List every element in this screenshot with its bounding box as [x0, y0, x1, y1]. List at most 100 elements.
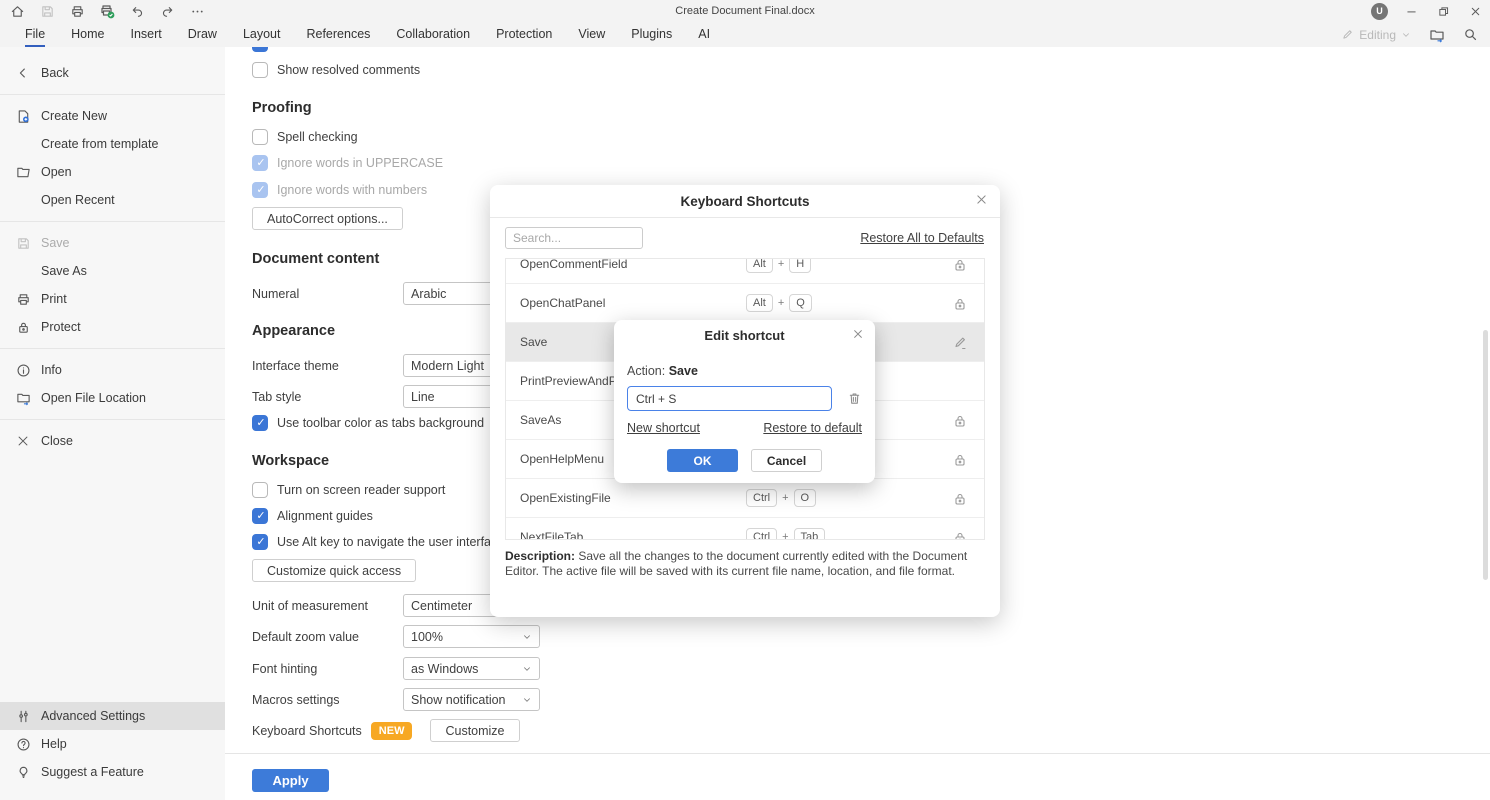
- close-icon[interactable]: [852, 328, 864, 340]
- shortcut-row-open-comment-field[interactable]: OpenCommentField Alt + H: [506, 259, 984, 284]
- sidebar-item-create-from-template[interactable]: Create from template: [0, 130, 225, 158]
- sidebar-item-save-as[interactable]: Save As: [0, 257, 225, 285]
- tab-ai[interactable]: AI: [685, 23, 723, 47]
- autocorrect-options-button[interactable]: AutoCorrect options...: [252, 207, 403, 230]
- sidebar-item-label: Create New: [41, 109, 107, 123]
- close-icon[interactable]: [975, 193, 988, 206]
- ignore-numbers-checkbox[interactable]: [252, 182, 269, 199]
- sidebar-item-open[interactable]: Open: [0, 158, 225, 186]
- sidebar-divider: [0, 348, 225, 349]
- tab-layout[interactable]: Layout: [230, 23, 294, 47]
- screen-reader-checkbox[interactable]: [252, 482, 268, 498]
- sidebar-item-open-recent[interactable]: Open Recent: [0, 186, 225, 214]
- shortcut-row-open-existing-file[interactable]: OpenExistingFile Ctrl + O: [506, 479, 984, 518]
- sidebar-item-close[interactable]: Close: [0, 427, 225, 455]
- minimize-icon[interactable]: [1402, 2, 1420, 20]
- avatar[interactable]: U: [1371, 2, 1388, 20]
- interface-theme-value: Modern Light: [411, 358, 484, 373]
- tab-insert[interactable]: Insert: [118, 23, 175, 47]
- sidebar-item-label: Open Recent: [41, 193, 115, 207]
- sidebar-item-create-new[interactable]: Create New: [0, 102, 225, 130]
- show-resolved-comments-row: Show resolved comments: [252, 62, 420, 78]
- close-icon: [15, 434, 31, 448]
- apply-button[interactable]: Apply: [252, 769, 329, 792]
- font-hinting-select[interactable]: as Windows: [403, 657, 540, 680]
- numeral-label: Numeral: [252, 286, 300, 301]
- sidebar-item-label: Back: [41, 66, 69, 80]
- new-shortcut-link[interactable]: New shortcut: [627, 421, 700, 435]
- keycap: Alt: [746, 259, 773, 273]
- alignment-guides-row: Alignment guides: [252, 508, 373, 525]
- tab-collaboration[interactable]: Collaboration: [383, 23, 483, 47]
- edit-dialog-header: Edit shortcut: [614, 320, 875, 351]
- ok-button[interactable]: OK: [667, 449, 738, 472]
- page-scrollbar[interactable]: [1483, 305, 1488, 675]
- scrollbar-thumb[interactable]: [1483, 330, 1488, 580]
- tab-view[interactable]: View: [565, 23, 618, 47]
- sidebar-item-advanced-settings[interactable]: Advanced Settings: [0, 702, 225, 730]
- cancel-button[interactable]: Cancel: [751, 449, 822, 472]
- font-hinting-label: Font hinting: [252, 661, 318, 676]
- font-hinting-value: as Windows: [411, 661, 479, 676]
- close-window-icon[interactable]: [1466, 2, 1484, 20]
- keycap: Alt: [746, 294, 773, 312]
- macros-select[interactable]: Show notification: [403, 688, 540, 711]
- sidebar-item-print[interactable]: Print: [0, 285, 225, 313]
- shortcut-row-open-chat-panel[interactable]: OpenChatPanel Alt + Q: [506, 284, 984, 323]
- customize-quick-access-button[interactable]: Customize quick access: [252, 559, 417, 582]
- more-options-icon[interactable]: [188, 2, 206, 20]
- redo-icon[interactable]: [158, 2, 176, 20]
- shortcut-input[interactable]: [627, 386, 832, 411]
- title-bar: Create Document Final.docx U: [0, 0, 1490, 22]
- toolbar-color-checkbox[interactable]: [252, 415, 269, 432]
- sidebar-item-info[interactable]: Info: [0, 356, 225, 384]
- shortcut-row-next-file-tab[interactable]: NextFileTab Ctrl + Tab: [506, 518, 984, 539]
- edit-pencil-icon[interactable]: [952, 323, 968, 362]
- edit-shortcut-dialog: Edit shortcut Action: Save New shortcut …: [614, 320, 875, 483]
- keyboard-shortcuts-row: Keyboard Shortcuts NEW Customize: [252, 719, 520, 742]
- key-separator: +: [782, 492, 789, 504]
- trash-icon[interactable]: [847, 391, 862, 406]
- spell-checking-checkbox[interactable]: [252, 129, 268, 145]
- keyboard-shortcuts-label: Keyboard Shortcuts: [252, 723, 362, 738]
- sidebar-item-open-file-location[interactable]: Open File Location: [0, 384, 225, 412]
- sidebar-item-back[interactable]: Back: [0, 59, 225, 87]
- print-icon[interactable]: [68, 2, 86, 20]
- tab-plugins[interactable]: Plugins: [618, 23, 685, 47]
- save-icon[interactable]: [38, 2, 56, 20]
- tab-file[interactable]: File: [12, 23, 58, 47]
- home-icon[interactable]: [8, 2, 26, 20]
- undo-icon[interactable]: [128, 2, 146, 20]
- question-icon: [15, 737, 31, 752]
- tab-draw[interactable]: Draw: [175, 23, 230, 47]
- default-zoom-row: Default zoom value 100%: [252, 625, 540, 648]
- sidebar-item-help[interactable]: Help: [0, 730, 225, 758]
- shortcut-search-input[interactable]: [505, 227, 643, 249]
- open-file-location-icon[interactable]: [1429, 27, 1445, 43]
- appearance-heading: Appearance: [252, 323, 336, 339]
- search-icon[interactable]: [1463, 27, 1478, 42]
- alt-key-checkbox[interactable]: [252, 534, 269, 551]
- tab-references[interactable]: References: [293, 23, 383, 47]
- keycap: Ctrl: [746, 528, 778, 539]
- print-icon: [15, 292, 31, 307]
- folder-open-icon: [15, 165, 31, 180]
- sidebar-item-save[interactable]: Save: [0, 229, 225, 257]
- zoom-select[interactable]: 100%: [403, 625, 540, 648]
- customize-shortcuts-button[interactable]: Customize: [430, 719, 520, 742]
- ignore-uppercase-checkbox[interactable]: [252, 155, 269, 172]
- editing-mode-selector[interactable]: Editing: [1341, 28, 1411, 42]
- pencil-icon: [1343, 30, 1353, 39]
- alignment-guides-checkbox[interactable]: [252, 508, 269, 525]
- restore-window-icon[interactable]: [1434, 2, 1452, 20]
- show-resolved-comments-checkbox[interactable]: [252, 62, 268, 78]
- restore-to-default-link[interactable]: Restore to default: [763, 421, 862, 435]
- tab-protection[interactable]: Protection: [483, 23, 565, 47]
- shortcut-description: Description: Save all the changes to the…: [505, 549, 983, 579]
- quick-print-icon[interactable]: [98, 2, 116, 20]
- sidebar-item-suggest-feature[interactable]: Suggest a Feature: [0, 758, 225, 786]
- sidebar-item-protect[interactable]: Protect: [0, 313, 225, 341]
- tab-home[interactable]: Home: [58, 23, 117, 47]
- workspace-heading: Workspace: [252, 453, 330, 469]
- restore-all-defaults-link[interactable]: Restore All to Defaults: [860, 231, 984, 245]
